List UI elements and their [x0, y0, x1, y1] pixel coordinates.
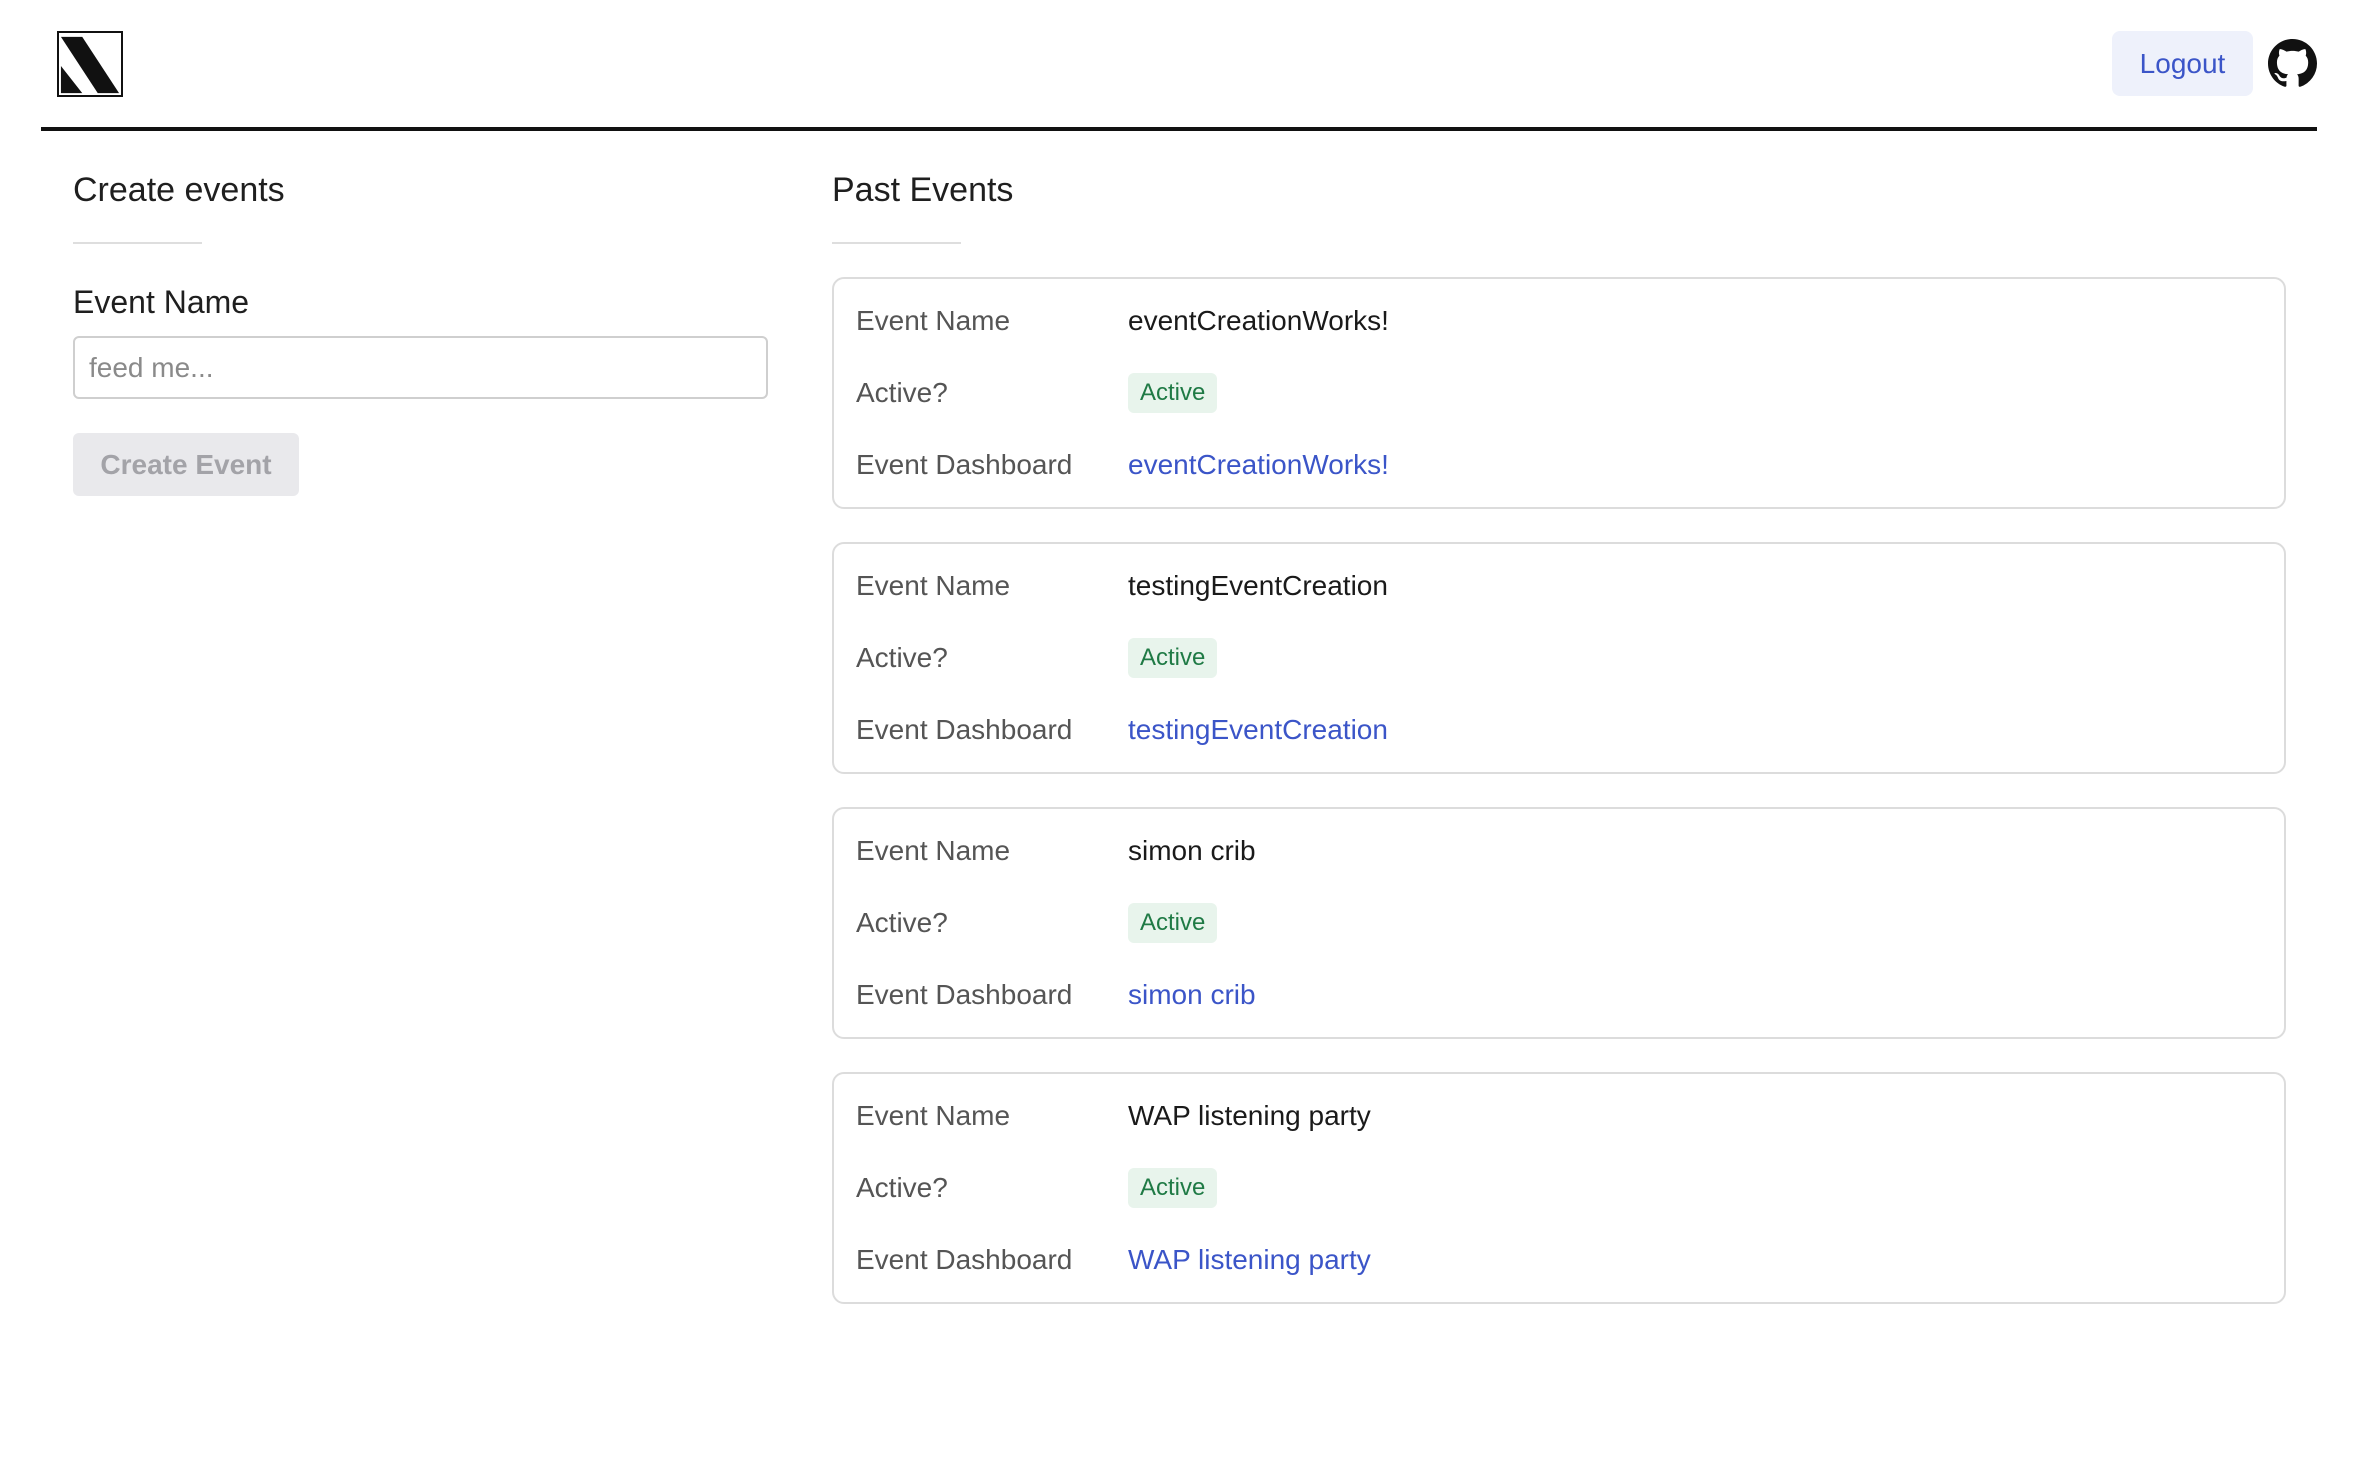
event-card: Event Name WAP listening party Active? A… [832, 1072, 2286, 1304]
title-divider [73, 242, 202, 244]
dashboard-label: Event Dashboard [856, 714, 1073, 745]
dashboard-row: Event Dashboard testingEventCreation [856, 710, 1388, 750]
status-badge: Active [1128, 903, 1218, 943]
event-name-value: simon crib [1128, 835, 1256, 866]
dashboard-label: Event Dashboard [856, 1244, 1073, 1275]
create-events-title: Create events [73, 171, 285, 209]
events-list: Event Name eventCreationWorks! Active? A… [832, 277, 2286, 1304]
event-name-row: Event Name WAP listening party [856, 1096, 1371, 1136]
active-label: Active? [856, 642, 948, 673]
past-events-title: Past Events [832, 171, 1014, 209]
event-card: Event Name testingEventCreation Active? … [832, 542, 2286, 774]
active-label: Active? [856, 1172, 948, 1203]
event-name-value: eventCreationWorks! [1128, 305, 1389, 336]
active-label: Active? [856, 907, 948, 938]
dashboard-row: Event Dashboard eventCreationWorks! [856, 445, 1389, 485]
create-events-panel: Create events Event Name Create Event [73, 160, 768, 496]
title-divider [832, 242, 961, 244]
event-dashboard-link[interactable]: WAP listening party [1128, 1244, 1371, 1276]
event-name-input[interactable] [73, 336, 768, 399]
active-row: Active? Active [856, 638, 1218, 678]
event-name-row: Event Name simon crib [856, 831, 1256, 871]
logo-icon[interactable] [57, 31, 123, 97]
status-badge: Active [1128, 638, 1218, 678]
event-name-label: Event Name [856, 835, 1011, 866]
event-name-row: Event Name eventCreationWorks! [856, 301, 1389, 341]
dashboard-row: Event Dashboard simon crib [856, 975, 1256, 1015]
dashboard-label: Event Dashboard [856, 449, 1073, 480]
event-name-value: WAP listening party [1128, 1100, 1371, 1131]
event-name-row: Event Name testingEventCreation [856, 566, 1388, 606]
status-badge: Active [1128, 373, 1218, 413]
status-badge: Active [1128, 1168, 1218, 1208]
event-dashboard-link[interactable]: simon crib [1128, 979, 1256, 1011]
event-name-label: Event Name [856, 305, 1011, 336]
active-row: Active? Active [856, 373, 1218, 413]
active-row: Active? Active [856, 903, 1218, 943]
dashboard-label: Event Dashboard [856, 979, 1073, 1010]
active-row: Active? Active [856, 1168, 1218, 1208]
app-header: Logout [41, 0, 2317, 131]
event-name-label: Event Name [856, 1100, 1011, 1131]
event-name-value: testingEventCreation [1128, 570, 1388, 601]
past-events-panel: Past Events Event Name eventCreationWork… [832, 160, 2286, 1337]
create-event-button[interactable]: Create Event [73, 433, 299, 496]
github-icon[interactable] [2268, 39, 2317, 88]
event-card: Event Name eventCreationWorks! Active? A… [832, 277, 2286, 509]
active-label: Active? [856, 377, 948, 408]
dashboard-row: Event Dashboard WAP listening party [856, 1240, 1371, 1280]
event-name-label: Event Name [856, 570, 1011, 601]
logout-button[interactable]: Logout [2112, 31, 2253, 96]
event-dashboard-link[interactable]: testingEventCreation [1128, 714, 1388, 746]
event-dashboard-link[interactable]: eventCreationWorks! [1128, 449, 1389, 481]
event-card: Event Name simon crib Active? Active Eve… [832, 807, 2286, 1039]
event-name-label: Event Name [73, 284, 250, 320]
